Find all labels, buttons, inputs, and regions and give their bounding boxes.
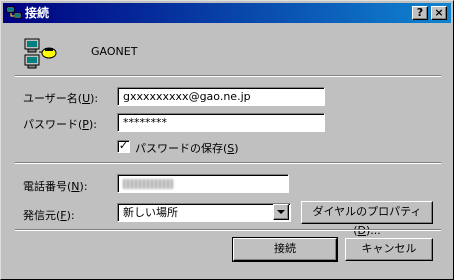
chevron-down-icon[interactable] bbox=[273, 204, 289, 220]
password-field[interactable]: ******** bbox=[117, 113, 325, 132]
connect-dialog: 接続 ? × GAONET ユーザー名(U): gxxxxxxxxx@gao.n… bbox=[0, 0, 454, 280]
help-button[interactable]: ? bbox=[412, 6, 428, 20]
separator bbox=[15, 162, 441, 164]
separator bbox=[15, 75, 441, 77]
title-bar[interactable]: 接続 ? × bbox=[3, 3, 451, 23]
close-button[interactable]: × bbox=[431, 6, 447, 20]
phone-number-field[interactable] bbox=[117, 174, 289, 193]
dial-up-icon bbox=[6, 6, 22, 19]
username-field[interactable]: gxxxxxxxxx@gao.ne.jp bbox=[117, 87, 325, 106]
dial-properties-button[interactable]: ダイヤルのプロパティ(D)... bbox=[301, 201, 433, 237]
connection-name: GAONET bbox=[91, 45, 138, 58]
username-label: ユーザー名(U): bbox=[23, 92, 99, 105]
window-title: 接続 bbox=[25, 6, 50, 20]
dial-from-label: 発信元(F): bbox=[23, 209, 75, 222]
cancel-button[interactable]: キャンセル bbox=[345, 238, 433, 261]
separator bbox=[15, 229, 441, 231]
password-label: パスワード(P): bbox=[23, 118, 97, 131]
phone-label: 電話番号(N): bbox=[23, 180, 88, 193]
dial-from-select[interactable]: 新しい場所 bbox=[117, 203, 291, 222]
phone-number-redacted bbox=[123, 179, 173, 189]
connect-button[interactable]: 接続 bbox=[232, 237, 338, 262]
save-password-label[interactable]: パスワードの保存(S) bbox=[135, 140, 239, 156]
save-password-checkbox[interactable]: ✓ bbox=[117, 140, 130, 153]
connection-icon bbox=[24, 38, 57, 69]
